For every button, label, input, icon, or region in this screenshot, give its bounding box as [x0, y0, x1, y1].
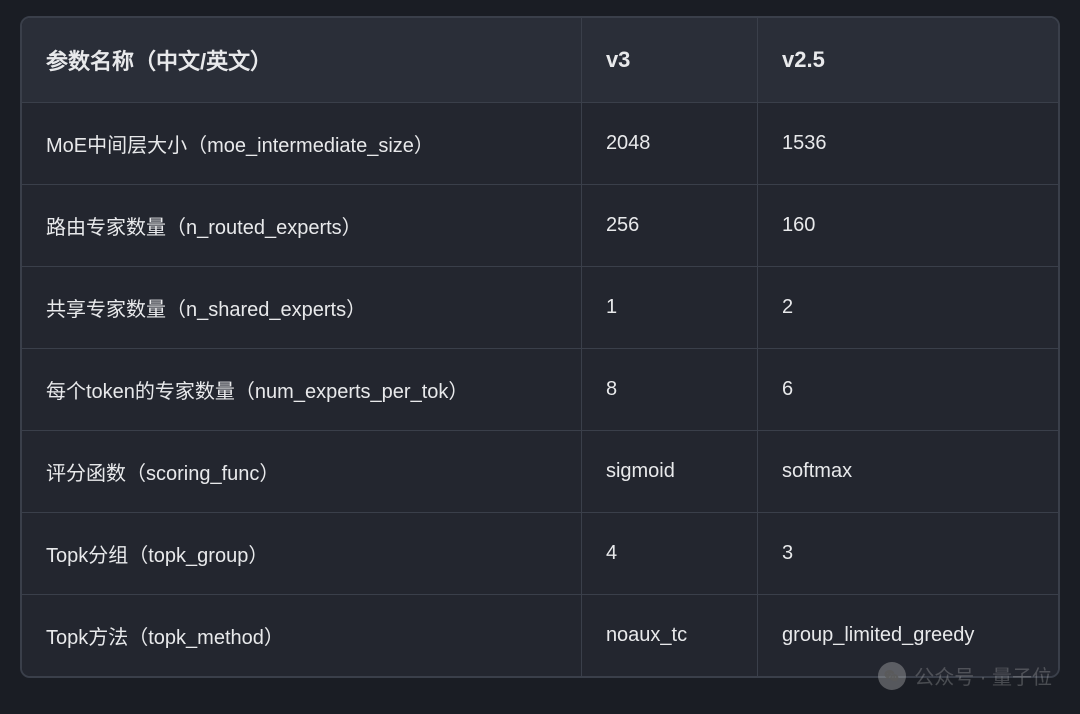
cell-param-name: 每个token的专家数量（num_experts_per_tok）: [22, 349, 581, 431]
table-row: MoE中间层大小（moe_intermediate_size） 2048 153…: [22, 103, 1058, 185]
cell-param-name: 路由专家数量（n_routed_experts）: [22, 185, 581, 267]
cell-v25: 160: [758, 185, 1058, 267]
cell-param-name: Topk方法（topk_method）: [22, 595, 581, 677]
cell-v25: 3: [758, 513, 1058, 595]
table-row: 评分函数（scoring_func） sigmoid softmax: [22, 431, 1058, 513]
table-header-row: 参数名称（中文/英文） v3 v2.5: [22, 18, 1058, 103]
cell-v25: 1536: [758, 103, 1058, 185]
cell-v25: 2: [758, 267, 1058, 349]
table-row: Topk分组（topk_group） 4 3: [22, 513, 1058, 595]
cell-v3: noaux_tc: [581, 595, 757, 677]
table-row: 共享专家数量（n_shared_experts） 1 2: [22, 267, 1058, 349]
cell-param-name: 评分函数（scoring_func）: [22, 431, 581, 513]
cell-v3: sigmoid: [581, 431, 757, 513]
cell-v3: 8: [581, 349, 757, 431]
comparison-table-container: 参数名称（中文/英文） v3 v2.5 MoE中间层大小（moe_interme…: [20, 16, 1060, 678]
cell-param-name: MoE中间层大小（moe_intermediate_size）: [22, 103, 581, 185]
cell-v25: softmax: [758, 431, 1058, 513]
table-row: 路由专家数量（n_routed_experts） 256 160: [22, 185, 1058, 267]
cell-v25: group_limited_greedy: [758, 595, 1058, 677]
header-v25: v2.5: [758, 18, 1058, 103]
header-v3: v3: [581, 18, 757, 103]
cell-v3: 1: [581, 267, 757, 349]
cell-v3: 4: [581, 513, 757, 595]
cell-v3: 2048: [581, 103, 757, 185]
comparison-table: 参数名称（中文/英文） v3 v2.5 MoE中间层大小（moe_interme…: [22, 18, 1058, 676]
cell-param-name: 共享专家数量（n_shared_experts）: [22, 267, 581, 349]
table-row: Topk方法（topk_method） noaux_tc group_limit…: [22, 595, 1058, 677]
header-param-name: 参数名称（中文/英文）: [22, 18, 581, 103]
cell-param-name: Topk分组（topk_group）: [22, 513, 581, 595]
table-row: 每个token的专家数量（num_experts_per_tok） 8 6: [22, 349, 1058, 431]
cell-v3: 256: [581, 185, 757, 267]
cell-v25: 6: [758, 349, 1058, 431]
